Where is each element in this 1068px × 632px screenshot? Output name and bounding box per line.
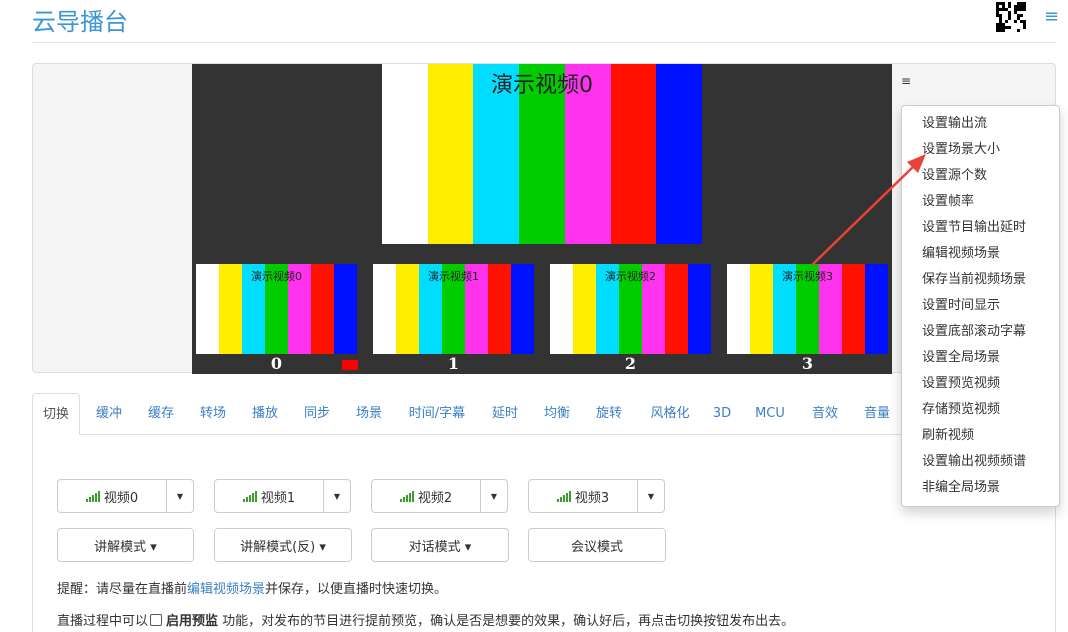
main-video-title: 演示视频0 — [491, 73, 593, 98]
menu-item-set-output-delay[interactable]: 设置节目输出延时 — [902, 215, 1059, 241]
thumb-number: 2 — [624, 354, 637, 373]
tab-volume[interactable]: 音量 — [854, 393, 900, 435]
thumb-number: 1 — [447, 354, 460, 373]
tab-buffer[interactable]: 缓冲 — [86, 393, 132, 435]
caret-down-icon[interactable]: ▼ — [481, 479, 508, 513]
edit-video-scene-link[interactable]: 编辑视频场景 — [187, 582, 265, 597]
active-source-indicator — [342, 360, 358, 370]
thumb-number: 0 — [270, 354, 283, 373]
menu-item-set-output-spectrum[interactable]: 设置输出视频频谱 — [902, 449, 1059, 475]
top-menu-icon[interactable]: ≡ — [1044, 8, 1059, 26]
caret-down-icon[interactable]: ▼ — [638, 479, 665, 513]
tab-stylize[interactable]: 风格化 — [640, 393, 700, 435]
switch-source-button[interactable]: 视频3 — [528, 479, 638, 513]
enable-preview-checkbox[interactable] — [150, 614, 163, 626]
signal-icon — [85, 490, 100, 502]
thumb-title: 演示视频3 — [782, 270, 833, 283]
tab-rotate[interactable]: 旋转 — [586, 393, 632, 435]
video-stage: 演示视频0 演示视频0 0 演示视频1 1 演示视频2 2 演示视频3 3 — [192, 64, 892, 374]
signal-icon — [399, 490, 414, 502]
source-thumb-2[interactable]: 演示视频2 2 — [550, 264, 711, 374]
enable-preview-label[interactable]: 启用预监 — [166, 614, 218, 629]
tab-switch[interactable]: 切换 — [32, 393, 80, 436]
source-thumb-0[interactable]: 演示视频0 0 — [196, 264, 358, 374]
header: 云导播台 ≡ — [32, 0, 1059, 43]
caret-down-icon[interactable]: ▼ — [324, 479, 351, 513]
menu-item-set-output-stream[interactable]: 设置输出流 — [902, 111, 1059, 137]
tab-transition[interactable]: 转场 — [190, 393, 236, 435]
menu-item-save-video-scene[interactable]: 保存当前视频场景 — [902, 267, 1059, 293]
source-label: 视频2 — [417, 490, 453, 506]
tab-sync[interactable]: 同步 — [294, 393, 340, 435]
stage-settings-menu: 设置输出流 设置场景大小 设置源个数 设置帧率 设置节目输出延时 编辑视频场景 … — [901, 105, 1060, 507]
menu-item-set-frame-rate[interactable]: 设置帧率 — [902, 189, 1059, 215]
preview-note: 直播过程中可以 启用预监 功能，对发布的节目进行提前预览，确认是否是想要的效果，确… — [57, 610, 794, 629]
menu-item-edit-video-scene[interactable]: 编辑视频场景 — [902, 241, 1059, 267]
app-title: 云导播台 — [32, 8, 128, 36]
dialogue-mode-button[interactable]: 对话模式 ▾ — [371, 528, 509, 562]
menu-item-refresh-video[interactable]: 刷新视频 — [902, 423, 1059, 449]
thumb-title: 演示视频1 — [428, 270, 479, 283]
source-button-group-1: 视频1 ▼ — [214, 479, 351, 513]
thumb-title: 演示视频2 — [605, 270, 656, 283]
source-label: 视频0 — [103, 490, 139, 506]
menu-item-set-scrolling-caption[interactable]: 设置底部滚动字幕 — [902, 319, 1059, 345]
tip-prefix: 提醒：请尽量在直播前 — [57, 582, 188, 597]
source-button-group-2: 视频2 ▼ — [371, 479, 508, 513]
source-thumb-3[interactable]: 演示视频3 3 — [727, 264, 888, 374]
switch-source-button[interactable]: 视频0 — [57, 479, 167, 513]
stage-menu-icon[interactable]: ≡ — [901, 74, 913, 88]
menu-item-set-source-count[interactable]: 设置源个数 — [902, 163, 1059, 189]
main-program-video[interactable]: 演示视频0 — [382, 64, 703, 244]
source-button-group-0: 视频0 ▼ — [57, 479, 194, 513]
qr-code-icon[interactable] — [996, 2, 1026, 32]
menu-item-store-preview-video[interactable]: 存储预览视频 — [902, 397, 1059, 423]
thumb-number: 3 — [801, 354, 814, 373]
tip-suffix: 并保存，以便直播时快速切换。 — [265, 582, 448, 597]
tip-text: 提醒：请尽量在直播前编辑视频场景并保存，以便直播时快速切换。 — [57, 578, 447, 597]
tab-play[interactable]: 播放 — [242, 393, 288, 435]
switch-source-button[interactable]: 视频2 — [371, 479, 481, 513]
menu-item-set-scene-size[interactable]: 设置场景大小 — [902, 137, 1059, 163]
meeting-mode-button[interactable]: 会议模式 — [528, 528, 666, 562]
signal-icon — [556, 490, 571, 502]
commentary-mode-button[interactable]: 讲解模式 ▾ — [57, 528, 194, 562]
menu-item-set-time-display[interactable]: 设置时间显示 — [902, 293, 1059, 319]
source-label: 视频1 — [260, 490, 296, 506]
source-label: 视频3 — [574, 490, 610, 506]
caret-down-icon[interactable]: ▼ — [167, 479, 194, 513]
menu-item-set-global-scene[interactable]: 设置全局场景 — [902, 345, 1059, 371]
source-button-group-3: 视频3 ▼ — [528, 479, 665, 513]
tab-3d[interactable]: 3D — [706, 393, 738, 435]
menu-item-set-preview-video[interactable]: 设置预览视频 — [902, 371, 1059, 397]
preview-suffix: 功能，对发布的节目进行提前预览，确认是否是想要的效果，确认好后，再点击切换按钮发… — [218, 614, 795, 629]
thumb-title: 演示视频0 — [251, 270, 302, 283]
source-thumb-1[interactable]: 演示视频1 1 — [373, 264, 534, 374]
tab-delay[interactable]: 延时 — [482, 393, 528, 435]
tab-equalize[interactable]: 均衡 — [534, 393, 580, 435]
tab-scene[interactable]: 场景 — [346, 393, 392, 435]
switch-source-button[interactable]: 视频1 — [214, 479, 324, 513]
commentary-mode-reverse-button[interactable]: 讲解模式(反) ▾ — [214, 528, 352, 562]
signal-icon — [242, 490, 257, 502]
menu-item-nle-global-scene[interactable]: 非编全局场景 — [902, 475, 1059, 501]
tab-cache[interactable]: 缓存 — [138, 393, 184, 435]
tab-sound-effect[interactable]: 音效 — [802, 393, 848, 435]
preview-prefix: 直播过程中可以 — [57, 614, 149, 629]
tab-mcu[interactable]: MCU — [746, 393, 794, 435]
tab-time-caption[interactable]: 时间/字幕 — [400, 393, 474, 435]
